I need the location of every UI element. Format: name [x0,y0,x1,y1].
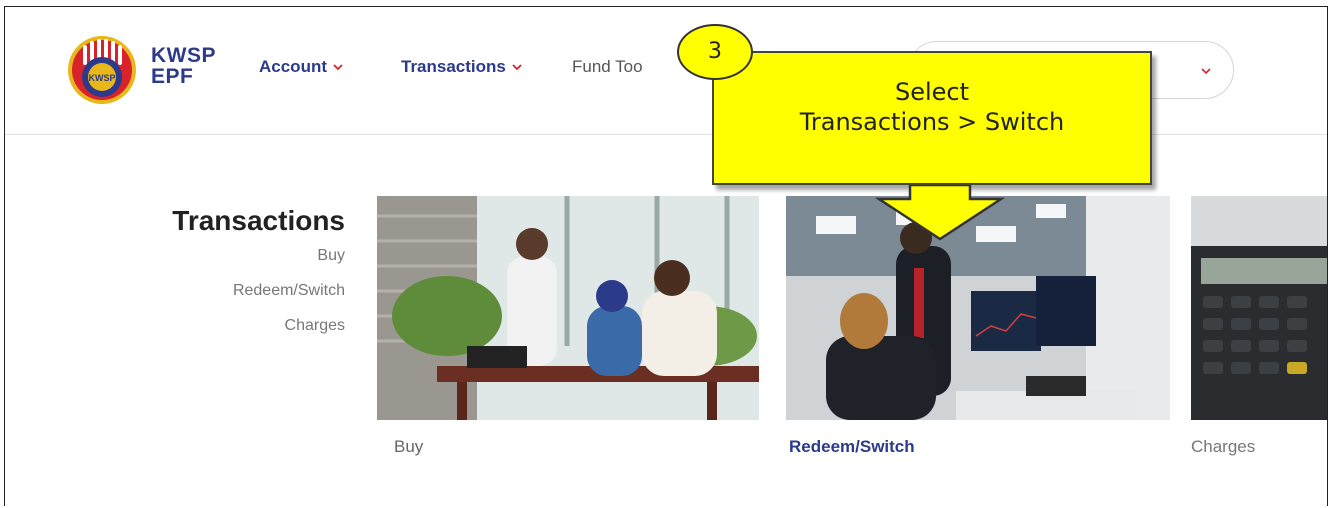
pointer-arrow-icon [875,185,1005,241]
sidebar-link-buy[interactable]: Buy [317,247,345,265]
nav-account-label: Account [259,57,327,76]
sidebar-link-redeem-switch[interactable]: Redeem/Switch [233,282,345,300]
card-label-buy[interactable]: Buy [394,437,423,457]
office-meeting-photo [377,196,759,420]
nav-fund-tools[interactable]: Fund Too [572,57,643,77]
step-number-badge: 3 [677,24,753,80]
section-title: Transactions [172,205,345,236]
callout-line-2: Transactions > Switch [799,108,1065,136]
calculator-photo [1191,196,1327,420]
nav-fund-tools-label: Fund Too [572,57,643,76]
instruction-callout: Select Transactions > Switch [712,51,1152,185]
nav-account[interactable]: Account [259,57,343,77]
logo-line-kwsp: KWSP [151,44,216,67]
kwsp-badge-icon: KWSP [68,36,136,104]
sidebar-link-charges[interactable]: Charges [285,317,345,335]
transactions-section: Transactions Buy Redeem/Switch Charges B… [5,135,1327,506]
badge-text: KWSP [89,73,116,83]
charges-card-image[interactable] [1191,196,1327,420]
nav-transactions[interactable]: Transactions [401,57,522,77]
callout-line-1: Select [894,78,970,106]
chevron-down-icon [1201,68,1211,75]
card-label-redeem-switch[interactable]: Redeem/Switch [789,437,915,457]
chevron-down-icon [333,64,343,71]
card-label-charges[interactable]: Charges [1191,437,1255,457]
kwsp-logo[interactable]: KWSP KWSP EPF [67,35,237,105]
browser-frame: KWSP KWSP EPF Account Transactions Fund … [4,6,1328,506]
logo-line-epf: EPF [151,65,194,88]
chevron-down-icon [512,64,522,71]
buy-card-image[interactable] [377,196,759,420]
nav-transactions-label: Transactions [401,57,506,76]
